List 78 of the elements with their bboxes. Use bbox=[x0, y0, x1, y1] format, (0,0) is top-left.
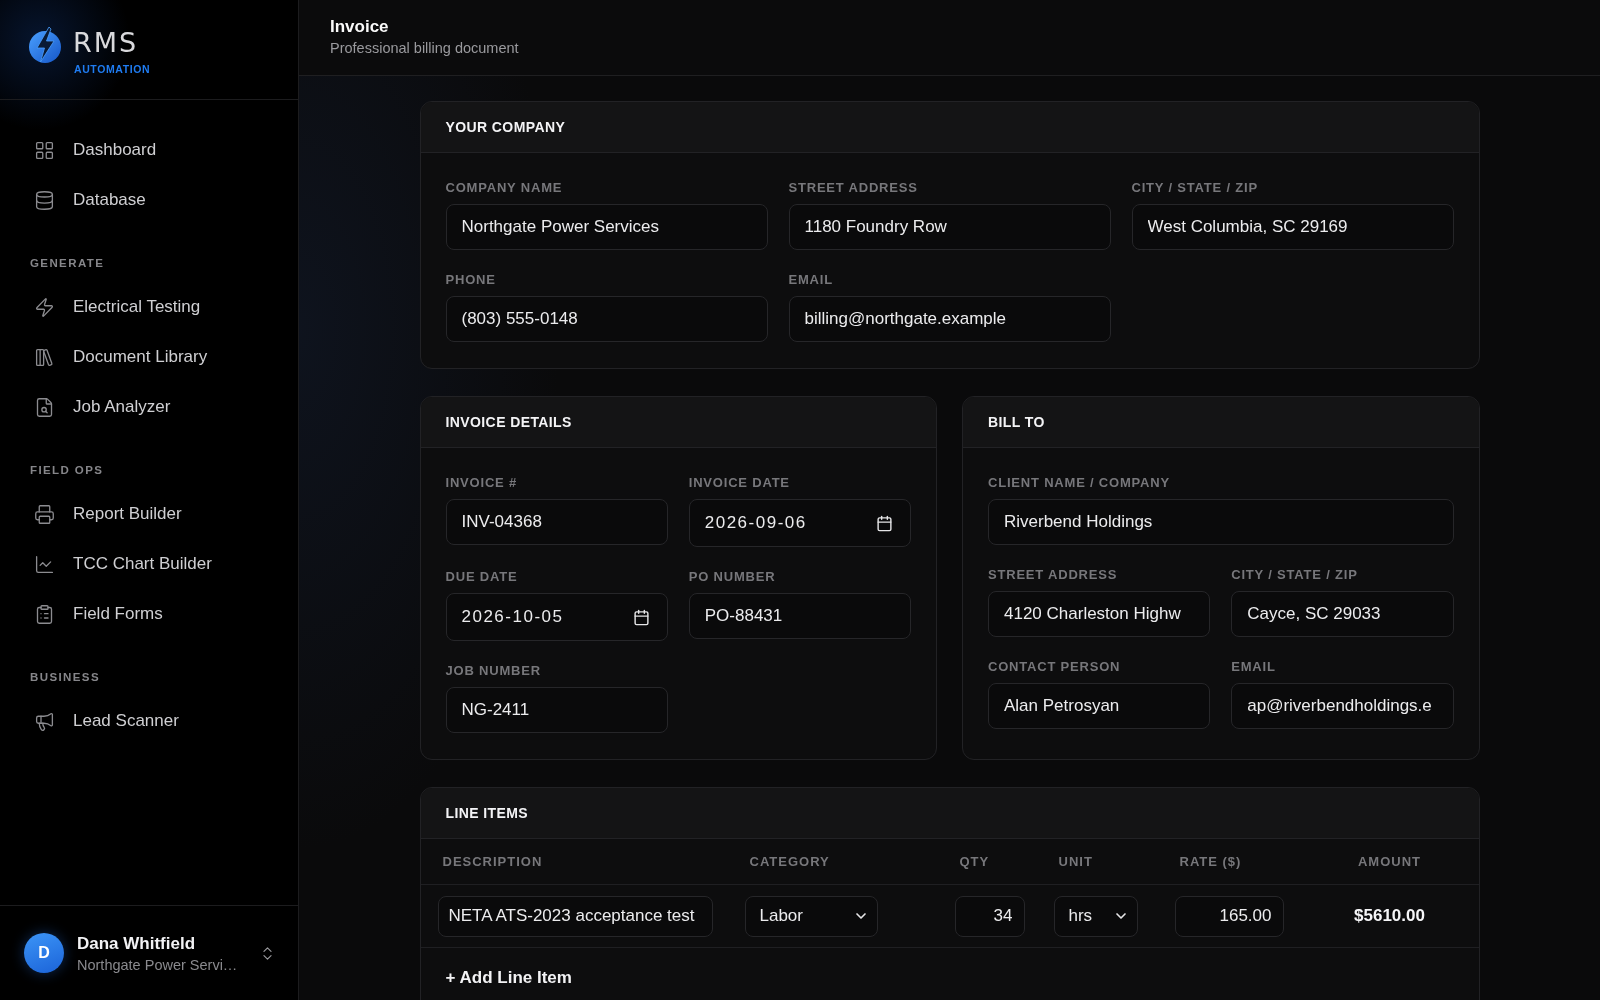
column-header: CATEGORY bbox=[748, 854, 831, 869]
user-name: Dana Whitfield bbox=[77, 933, 196, 954]
clipboard-icon bbox=[34, 603, 55, 625]
column-header: DESCRIPTION bbox=[441, 854, 544, 869]
line-chart-icon bbox=[34, 553, 55, 575]
page-title: Invoice bbox=[330, 17, 389, 37]
field-label: STREET ADDRESS bbox=[988, 567, 1118, 583]
nav-section-heading: FIELD OPS bbox=[30, 463, 104, 478]
field-label: INVOICE # bbox=[445, 475, 517, 491]
calendar-icon[interactable] bbox=[876, 514, 893, 532]
database-icon bbox=[34, 189, 55, 211]
nav-item[interactable]: Electrical Testing bbox=[12, 285, 286, 329]
input-field[interactable]: Northgate Power Services bbox=[445, 204, 768, 250]
section-title: INVOICE DETAILS bbox=[445, 414, 572, 430]
grid-icon bbox=[34, 139, 55, 161]
input-field[interactable]: PO-88431 bbox=[688, 593, 911, 639]
date-field[interactable]: 2026-10-05 bbox=[445, 593, 668, 641]
section-title: BILL TO bbox=[988, 414, 1045, 430]
field-label: COMPANY NAME bbox=[445, 180, 563, 196]
column-header: QTY bbox=[958, 854, 991, 869]
column-header: RATE ($) bbox=[1178, 854, 1243, 869]
calendar-icon[interactable] bbox=[632, 608, 650, 626]
lightning-icon bbox=[34, 296, 55, 318]
input-field[interactable]: 4120 Charleston Highw bbox=[988, 591, 1211, 637]
field-label: EMAIL bbox=[1231, 659, 1276, 675]
books-icon bbox=[34, 346, 55, 368]
field-label: CONTACT PERSON bbox=[988, 659, 1121, 675]
logo-title: RMS bbox=[73, 29, 139, 57]
user-avatar: D bbox=[24, 933, 64, 973]
field-label: DUE DATE bbox=[445, 569, 518, 585]
quantity-input[interactable]: 34 bbox=[954, 895, 1025, 937]
date-field[interactable]: 2026-09-06 bbox=[688, 499, 911, 547]
nav-item[interactable]: Lead Scanner bbox=[12, 699, 286, 743]
input-field[interactable]: billing@northgate.example bbox=[788, 296, 1111, 342]
nav-item[interactable]: Dashboard bbox=[12, 128, 286, 172]
field-label: STREET ADDRESS bbox=[788, 180, 918, 196]
input-field[interactable]: INV-04368 bbox=[445, 499, 668, 545]
section-title: YOUR COMPANY bbox=[445, 119, 566, 135]
nav-item[interactable]: TCC Chart Builder bbox=[12, 542, 286, 586]
nav-item[interactable]: Report Builder bbox=[12, 492, 286, 536]
input-field[interactable]: NG-2411 bbox=[445, 687, 668, 733]
nav-section-heading: BUSINESS bbox=[30, 670, 100, 685]
column-header: UNIT bbox=[1057, 854, 1094, 869]
input-field[interactable]: West Columbia, SC 29169 bbox=[1131, 204, 1454, 250]
add-line-item-button[interactable]: + Add Line Item bbox=[445, 968, 572, 988]
user-company: Northgate Power Servi… bbox=[77, 956, 238, 973]
nav-item[interactable]: Database bbox=[12, 178, 286, 222]
megaphone-icon bbox=[34, 710, 55, 732]
page-subtitle: Professional billing document bbox=[330, 40, 519, 56]
section-title: LINE ITEMS bbox=[445, 805, 529, 821]
input-field[interactable]: Riverbend Holdings bbox=[988, 499, 1454, 545]
field-label: CITY / STATE / ZIP bbox=[1231, 567, 1358, 583]
field-label: CITY / STATE / ZIP bbox=[1131, 180, 1258, 196]
nav-item[interactable]: Field Forms bbox=[12, 592, 286, 636]
description-input[interactable]: NETA ATS-2023 acceptance test bbox=[437, 895, 713, 937]
logo-subtitle: AUTOMATION bbox=[74, 63, 151, 75]
logo-icon bbox=[28, 27, 62, 63]
input-field[interactable]: Alan Petrosyan bbox=[988, 683, 1211, 729]
nav-item[interactable]: Job Analyzer bbox=[12, 385, 286, 429]
file-search-icon bbox=[34, 396, 55, 418]
field-label: CLIENT NAME / COMPANY bbox=[988, 475, 1170, 491]
nav-item[interactable]: Document Library bbox=[12, 335, 286, 379]
unit-select[interactable]: hrs bbox=[1053, 895, 1138, 937]
column-header: AMOUNT bbox=[1356, 854, 1422, 869]
rate-input[interactable]: 165.00 bbox=[1174, 895, 1284, 937]
field-label: PHONE bbox=[445, 272, 496, 288]
input-field[interactable]: ap@riverbendholdings.e bbox=[1231, 683, 1454, 729]
input-field[interactable]: Cayce, SC 29033 bbox=[1231, 591, 1454, 637]
category-select[interactable]: Labor bbox=[744, 895, 878, 937]
printer-icon bbox=[34, 503, 55, 525]
field-label: EMAIL bbox=[788, 272, 833, 288]
line-amount: $5610.00 bbox=[1354, 906, 1425, 926]
field-label: PO NUMBER bbox=[688, 569, 776, 585]
input-field[interactable]: 1180 Foundry Row bbox=[788, 204, 1111, 250]
nav-section-heading: GENERATE bbox=[30, 256, 105, 271]
field-label: INVOICE DATE bbox=[688, 475, 790, 491]
input-field[interactable]: (803) 555-0148 bbox=[445, 296, 768, 342]
field-label: JOB NUMBER bbox=[445, 663, 541, 679]
